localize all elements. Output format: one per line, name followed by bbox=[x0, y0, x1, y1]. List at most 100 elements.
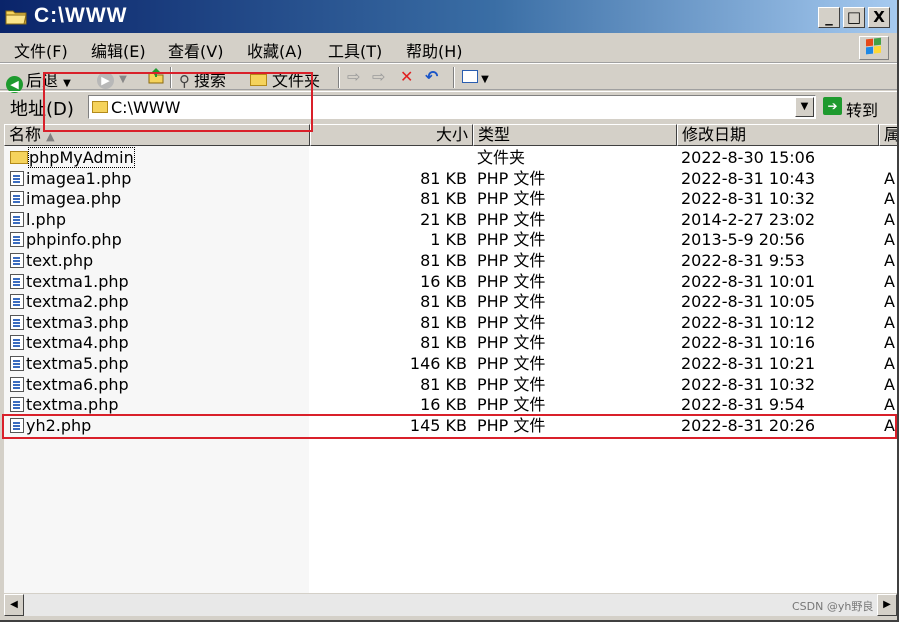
file-modified: 2022-8-30 15:06 bbox=[681, 148, 815, 167]
column-header-modified[interactable]: 修改日期 bbox=[677, 124, 879, 146]
file-row[interactable]: textma1.php 16 KB PHP 文件 2022-8-31 10:01 A bbox=[4, 272, 897, 292]
file-row[interactable]: imagea1.php 81 KB PHP 文件 2022-8-31 10:43 A bbox=[4, 169, 897, 189]
explorer-window: C:\WWW _ □ X 文件(F) 编辑(E) 查看(V) 收藏(A) 工具(… bbox=[0, 0, 899, 622]
file-name[interactable]: phpMyAdmin bbox=[10, 147, 135, 168]
file-modified: 2022-8-31 10:16 bbox=[681, 333, 815, 353]
file-type: PHP 文件 bbox=[477, 374, 546, 394]
file-row[interactable]: textma6.php 81 KB PHP 文件 2022-8-31 10:32 A bbox=[4, 375, 897, 395]
file-attributes: A bbox=[884, 251, 895, 270]
file-row[interactable]: textma3.php 81 KB PHP 文件 2022-8-31 10:12 A bbox=[4, 313, 897, 333]
php-file-icon bbox=[10, 191, 24, 207]
file-size: 81 KB bbox=[420, 168, 467, 188]
menu-file[interactable]: 文件(F) bbox=[14, 38, 68, 62]
go-button[interactable]: ➔ 转到 bbox=[823, 97, 878, 121]
file-name[interactable]: textma4.php bbox=[10, 333, 129, 353]
php-file-icon bbox=[10, 211, 24, 227]
file-size: 81 KB bbox=[420, 374, 467, 394]
file-type: PHP 文件 bbox=[477, 271, 546, 291]
file-attributes: A bbox=[884, 395, 895, 415]
column-header-size[interactable]: 大小 bbox=[310, 124, 473, 146]
file-row[interactable]: textma5.php 146 KB PHP 文件 2022-8-31 10:21 A bbox=[4, 354, 897, 374]
views-button[interactable]: ▼ bbox=[462, 67, 489, 86]
file-size: 16 KB bbox=[420, 271, 467, 291]
file-size: 21 KB bbox=[420, 209, 467, 229]
window-title: C:\WWW bbox=[34, 4, 128, 27]
file-modified: 2022-8-31 10:21 bbox=[681, 354, 815, 373]
file-row[interactable]: imagea.php 81 KB PHP 文件 2022-8-31 10:32 A bbox=[4, 189, 897, 209]
file-name[interactable]: imagea1.php bbox=[10, 169, 131, 189]
close-button[interactable]: X bbox=[868, 7, 890, 28]
file-name[interactable]: textma1.php bbox=[10, 272, 129, 292]
horizontal-scrollbar[interactable]: ◀ ▶ bbox=[4, 594, 897, 616]
toolbar-separator bbox=[338, 67, 340, 88]
column-header-type[interactable]: 类型 bbox=[473, 124, 677, 146]
file-size: 81 KB bbox=[420, 292, 467, 312]
annotation-highlight-box bbox=[43, 72, 313, 132]
file-modified: 2022-8-31 10:12 bbox=[681, 312, 815, 332]
column-header-attributes[interactable]: 属 bbox=[879, 124, 897, 146]
menu-tools[interactable]: 工具(T) bbox=[328, 38, 382, 62]
scroll-left-button[interactable]: ◀ bbox=[4, 594, 24, 616]
file-type: 文件夹 bbox=[477, 148, 526, 167]
move-to-icon[interactable]: ⇨ bbox=[347, 67, 360, 86]
go-arrow-icon: ➔ bbox=[823, 97, 842, 115]
file-row[interactable]: textma4.php 81 KB PHP 文件 2022-8-31 10:16 A bbox=[4, 333, 897, 353]
file-attributes: A bbox=[884, 292, 895, 312]
file-size: 146 KB bbox=[409, 354, 467, 373]
php-file-icon bbox=[10, 397, 24, 413]
file-row[interactable]: l.php 21 KB PHP 文件 2014-2-27 23:02 A bbox=[4, 210, 897, 230]
menu-view[interactable]: 查看(V) bbox=[168, 38, 223, 62]
file-list[interactable]: 名称 ▲ 大小 类型 修改日期 属 phpMyAdmin文件夹2022-8-30… bbox=[4, 124, 897, 593]
file-modified: 2022-8-31 10:05 bbox=[681, 292, 815, 312]
file-type: PHP 文件 bbox=[477, 251, 546, 270]
title-bar[interactable]: C:\WWW _ □ X bbox=[0, 0, 897, 33]
watermark: CSDN @yh野良 bbox=[792, 600, 874, 613]
delete-icon[interactable]: ✕ bbox=[400, 67, 413, 86]
file-size: 81 KB bbox=[420, 333, 467, 353]
file-name[interactable]: textma2.php bbox=[10, 292, 129, 312]
file-attributes: A bbox=[884, 168, 895, 188]
annotation-highlight-row bbox=[2, 414, 897, 439]
file-type: PHP 文件 bbox=[477, 354, 546, 373]
file-type: PHP 文件 bbox=[477, 209, 546, 229]
menu-favorites[interactable]: 收藏(A) bbox=[247, 38, 302, 62]
copy-to-icon[interactable]: ⇨ bbox=[372, 67, 385, 86]
file-row[interactable]: phpinfo.php 1 KB PHP 文件 2013-5-9 20:56 A bbox=[4, 230, 897, 250]
file-row[interactable]: phpMyAdmin 文件夹 2022-8-30 15:06 bbox=[4, 147, 897, 168]
file-type: PHP 文件 bbox=[477, 168, 546, 188]
file-name[interactable]: textma3.php bbox=[10, 313, 129, 333]
minimize-button[interactable]: _ bbox=[818, 7, 840, 28]
php-file-icon bbox=[10, 273, 24, 289]
windows-logo-icon bbox=[859, 36, 889, 60]
file-name[interactable]: imagea.php bbox=[10, 189, 121, 209]
php-file-icon bbox=[10, 294, 24, 310]
file-name[interactable]: text.php bbox=[10, 251, 93, 271]
file-attributes: A bbox=[884, 271, 895, 291]
file-row[interactable]: text.php 81 KB PHP 文件 2022-8-31 9:53 A bbox=[4, 251, 897, 271]
menu-help[interactable]: 帮助(H) bbox=[406, 38, 463, 62]
file-modified: 2022-8-31 9:53 bbox=[681, 251, 805, 270]
file-row[interactable]: textma.php 16 KB PHP 文件 2022-8-31 9:54 A bbox=[4, 395, 897, 415]
php-file-icon bbox=[10, 232, 24, 248]
address-dropdown-button[interactable]: ▼ bbox=[795, 97, 814, 117]
file-size: 81 KB bbox=[420, 312, 467, 332]
maximize-button[interactable]: □ bbox=[843, 7, 865, 28]
file-type: PHP 文件 bbox=[477, 395, 546, 415]
file-type: PHP 文件 bbox=[477, 333, 546, 353]
file-attributes: A bbox=[884, 354, 895, 373]
php-file-icon bbox=[10, 335, 24, 351]
file-name[interactable]: l.php bbox=[10, 210, 66, 230]
undo-icon[interactable]: ↶ bbox=[425, 67, 438, 86]
file-name[interactable]: textma5.php bbox=[10, 354, 129, 374]
menu-edit[interactable]: 编辑(E) bbox=[91, 38, 146, 62]
file-name[interactable]: textma6.php bbox=[10, 375, 129, 395]
scroll-right-button[interactable]: ▶ bbox=[877, 594, 897, 616]
file-row[interactable]: textma2.php 81 KB PHP 文件 2022-8-31 10:05 A bbox=[4, 292, 897, 312]
file-size: 1 KB bbox=[430, 230, 467, 250]
file-modified: 2022-8-31 10:32 bbox=[681, 189, 815, 209]
file-attributes: A bbox=[884, 374, 895, 394]
file-attributes: A bbox=[884, 209, 895, 229]
file-name[interactable]: textma.php bbox=[10, 395, 119, 415]
file-size: 16 KB bbox=[420, 395, 467, 415]
file-name[interactable]: phpinfo.php bbox=[10, 230, 122, 250]
